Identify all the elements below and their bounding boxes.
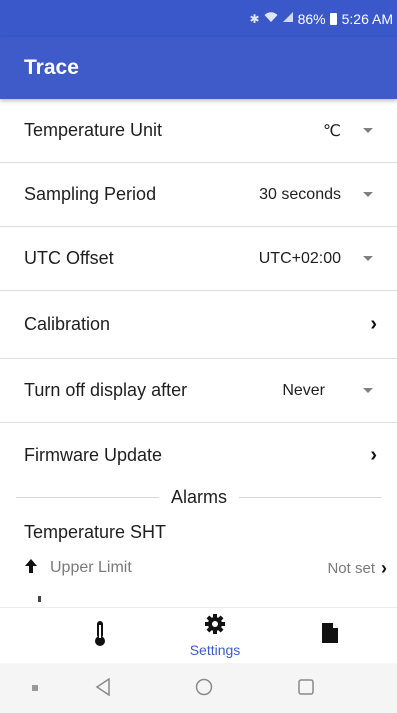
signal-icon [282, 11, 294, 26]
chevron-right-icon[interactable]: › [370, 444, 377, 467]
nav-settings[interactable]: Settings [155, 608, 275, 663]
nav-thermometer[interactable] [45, 608, 155, 663]
chevron-right-icon[interactable]: › [370, 313, 377, 336]
settings-list: Temperature Unit ℃ Sampling Period 30 se… [0, 99, 397, 487]
dropdown-arrow-icon[interactable] [363, 192, 373, 197]
setting-utc-offset[interactable]: UTC Offset UTC+02:00 [0, 227, 397, 291]
arrow-up-icon [24, 558, 50, 579]
wifi-icon [264, 11, 278, 26]
app-title: Trace [24, 56, 79, 79]
thermometer-icon [92, 619, 108, 652]
setting-label: Calibration [24, 314, 111, 334]
bluetooth-icon: ✱ [249, 11, 260, 26]
overview-icon[interactable] [298, 679, 314, 700]
divider [16, 496, 159, 498]
setting-turn-off-display[interactable]: Turn off display after Never [0, 359, 397, 423]
divider [239, 496, 383, 498]
setting-calibration[interactable]: Calibration › [0, 291, 397, 359]
system-navigation-bar [0, 663, 397, 713]
turn-off-display-value[interactable]: Never [282, 382, 325, 400]
upper-limit-label: Upper Limit [50, 559, 132, 576]
temperature-unit-value[interactable]: ℃ [323, 121, 341, 141]
alarms-section-header: Alarms [16, 484, 383, 510]
upper-limit-row[interactable]: Upper Limit Not set › [24, 556, 387, 580]
back-icon[interactable] [95, 677, 111, 701]
dropdown-arrow-icon[interactable] [363, 128, 373, 133]
document-icon [321, 622, 339, 649]
nav-settings-label: Settings [189, 642, 241, 658]
gear-icon [204, 613, 226, 640]
app-bar: Trace [0, 37, 397, 99]
upper-limit-value: Not set [327, 559, 375, 577]
battery-icon [329, 12, 337, 25]
nav-document[interactable] [275, 608, 385, 663]
dropdown-arrow-icon[interactable] [363, 388, 373, 393]
status-bar: ✱ 86% 5:26 AM [0, 0, 397, 37]
home-icon[interactable] [195, 678, 213, 701]
setting-label: Firmware Update [24, 444, 163, 465]
status-time: 5:26 AM [341, 10, 393, 27]
dropdown-arrow-icon[interactable] [363, 256, 373, 261]
alarms-header-label: Alarms [171, 486, 228, 507]
sampling-period-value[interactable]: 30 seconds [259, 186, 341, 204]
recent-dot-icon[interactable] [32, 685, 38, 691]
setting-temperature-unit[interactable]: Temperature Unit ℃ [0, 99, 397, 163]
alarm-section-title: Temperature SHT [24, 522, 167, 542]
setting-sampling-period[interactable]: Sampling Period 30 seconds [0, 163, 397, 227]
battery-percent: 86% [297, 10, 326, 27]
chevron-right-icon[interactable]: › [381, 558, 387, 579]
utc-offset-value[interactable]: UTC+02:00 [259, 250, 341, 268]
arrow-down-icon [38, 596, 41, 602]
setting-firmware-update[interactable]: Firmware Update › [0, 423, 397, 487]
bottom-navigation: Settings [0, 607, 397, 663]
